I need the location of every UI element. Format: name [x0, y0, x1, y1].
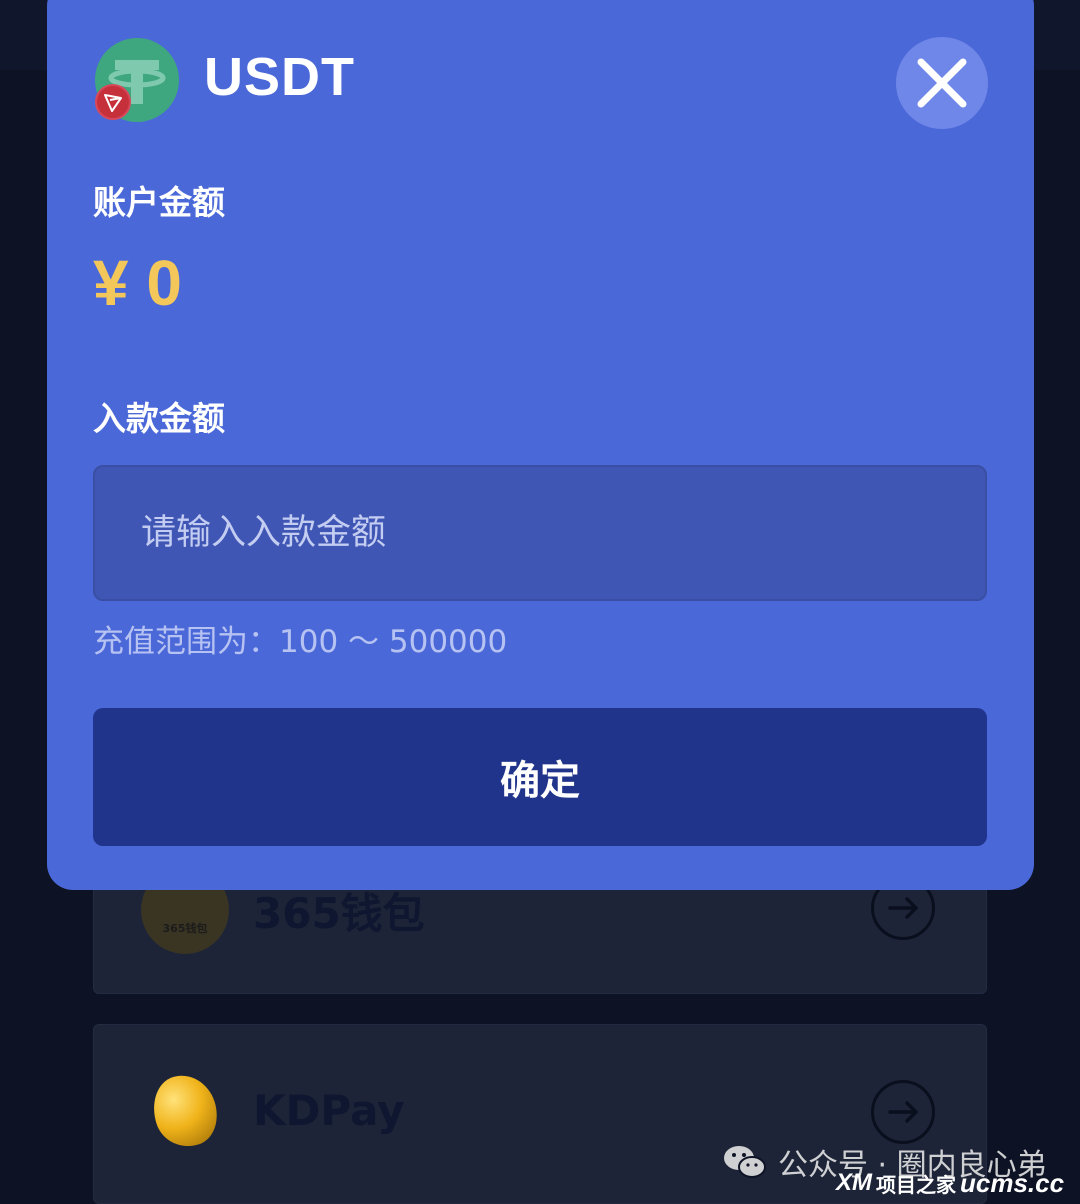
currency-title: USDT — [204, 47, 355, 107]
deposit-range-hint: 充值范围为：100 ～ 500000 — [93, 624, 508, 660]
wechat-icon — [724, 1146, 766, 1178]
deposit-amount-label: 入款金额 — [93, 399, 225, 438]
site-watermark: XM 项目之家 ucms.cc — [836, 1168, 1064, 1198]
deposit-amount-input[interactable] — [93, 465, 987, 601]
arrow-right-circle-icon[interactable] — [871, 1080, 935, 1144]
site-name: 项目之家 — [876, 1174, 956, 1197]
payment-method-name: KDPay — [253, 1086, 405, 1135]
tron-icon — [95, 84, 131, 120]
close-icon[interactable] — [896, 37, 988, 129]
xm-logo: XM — [836, 1169, 872, 1196]
site-domain: ucms.cc — [960, 1167, 1065, 1198]
logo-text: 365钱包 — [162, 922, 208, 935]
deposit-modal: USDT 账户金额 ¥ 0 入款金额 充值范围为：100 ～ 500000 确定 — [47, 0, 1034, 890]
confirm-button[interactable]: 确定 — [93, 708, 987, 846]
bean-shape — [144, 1067, 226, 1155]
gold-bean-logo — [141, 1067, 229, 1155]
balance-label: 账户金额 — [93, 183, 225, 222]
balance-value: ¥ 0 — [93, 247, 182, 319]
